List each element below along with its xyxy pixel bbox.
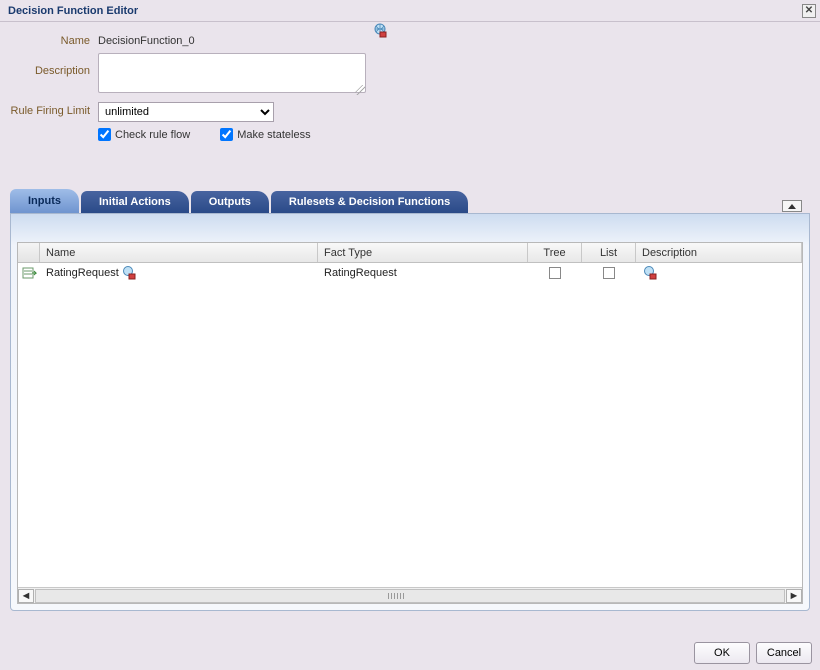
scroll-track[interactable]: [35, 589, 785, 603]
check-rule-flow-label: Check rule flow: [115, 129, 190, 141]
horizontal-scrollbar[interactable]: ◄ ►: [18, 587, 802, 603]
table-row[interactable]: RatingRequest RatingRequest: [18, 263, 802, 283]
row-rule-limit: Rule Firing Limit unlimited: [10, 102, 806, 122]
grid-header-tree[interactable]: Tree: [528, 243, 582, 262]
cancel-button[interactable]: Cancel: [756, 642, 812, 664]
row-type-icon: [18, 265, 40, 281]
cell-list[interactable]: [582, 265, 636, 281]
grid-header-name[interactable]: Name: [40, 243, 318, 262]
check-rule-flow[interactable]: Check rule flow: [98, 128, 190, 141]
locale-flag-icon[interactable]: [372, 23, 388, 39]
check-rule-flow-box[interactable]: [98, 128, 111, 141]
scroll-right-icon[interactable]: ►: [786, 589, 802, 603]
tabstrip: Inputs Initial Actions Outputs Rulesets …: [10, 189, 810, 213]
description-input[interactable]: [98, 53, 366, 93]
close-icon[interactable]: ✕: [802, 4, 816, 18]
tab-rulesets[interactable]: Rulesets & Decision Functions: [271, 191, 468, 213]
cell-description[interactable]: [636, 263, 802, 283]
row-description: Description: [10, 53, 806, 96]
locale-flag-icon[interactable]: [642, 265, 658, 281]
cell-name[interactable]: RatingRequest: [40, 263, 318, 283]
dialog-buttons: OK Cancel: [694, 642, 812, 664]
tab-initial-actions[interactable]: Initial Actions: [81, 191, 189, 213]
row-checks: Check rule flow Make stateless: [10, 128, 806, 141]
grid-header: Name Fact Type Tree List Description: [18, 243, 802, 263]
ok-button[interactable]: OK: [694, 642, 750, 664]
cell-facttype[interactable]: RatingRequest: [318, 265, 528, 281]
form-area: Name DecisionFunction_0 Description Rule…: [0, 22, 820, 151]
grid-header-facttype[interactable]: Fact Type: [318, 243, 528, 262]
collapse-toggle-icon[interactable]: [782, 200, 802, 212]
make-stateless-box[interactable]: [220, 128, 233, 141]
tree-checkbox[interactable]: [549, 267, 561, 279]
tab-inputs[interactable]: Inputs: [10, 189, 79, 213]
cell-tree[interactable]: [528, 265, 582, 281]
cell-name-text: RatingRequest: [46, 267, 119, 279]
grid-header-list[interactable]: List: [582, 243, 636, 262]
tab-outputs[interactable]: Outputs: [191, 191, 269, 213]
row-name: Name DecisionFunction_0: [10, 32, 806, 47]
grid-body: RatingRequest RatingRequest: [18, 263, 802, 587]
title-bar: Decision Function Editor ✕: [0, 0, 820, 22]
description-wrap: [98, 53, 366, 96]
resize-grip-icon[interactable]: [355, 85, 365, 95]
name-label: Name: [10, 32, 98, 47]
list-checkbox[interactable]: [603, 267, 615, 279]
check-row: Check rule flow Make stateless: [98, 128, 311, 141]
inputs-grid: Name Fact Type Tree List Description Rat…: [17, 242, 803, 604]
make-stateless[interactable]: Make stateless: [220, 128, 310, 141]
make-stateless-label: Make stateless: [237, 129, 310, 141]
scroll-left-icon[interactable]: ◄: [18, 589, 34, 603]
tabs-area: Inputs Initial Actions Outputs Rulesets …: [10, 189, 810, 611]
locale-flag-icon[interactable]: [121, 265, 137, 281]
rule-limit-label: Rule Firing Limit: [10, 102, 98, 117]
name-value: DecisionFunction_0: [98, 32, 195, 47]
tab-content: Name Fact Type Tree List Description Rat…: [10, 213, 810, 611]
rule-limit-select[interactable]: unlimited: [98, 102, 274, 122]
description-label: Description: [10, 53, 98, 77]
grid-header-iconcol: [18, 243, 40, 262]
dialog-title: Decision Function Editor: [8, 5, 138, 17]
grid-header-description[interactable]: Description: [636, 243, 802, 262]
